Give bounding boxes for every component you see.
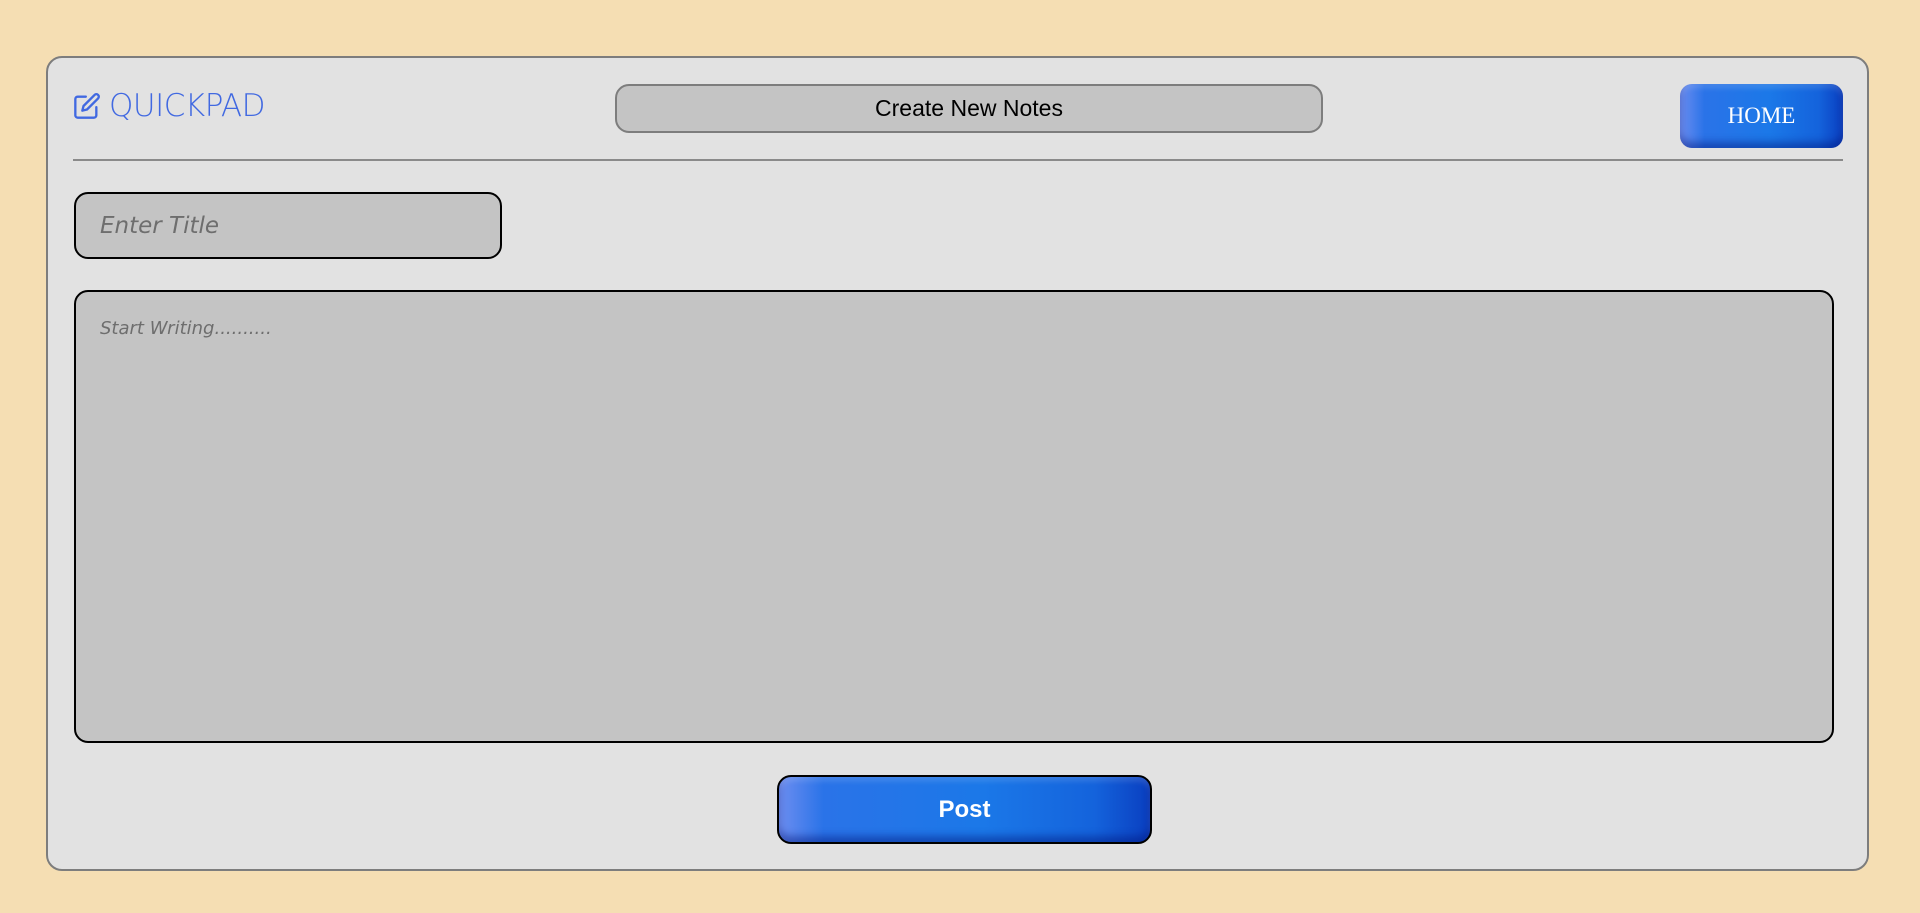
header-divider xyxy=(73,159,1843,161)
edit-icon xyxy=(73,92,101,120)
note-body-textarea[interactable] xyxy=(74,290,1834,743)
brand-name: QUICKPAD xyxy=(109,88,266,124)
title-input[interactable] xyxy=(74,192,502,259)
page-title: Create New Notes xyxy=(615,84,1323,133)
post-button[interactable]: Post xyxy=(777,775,1152,844)
brand-logo[interactable]: QUICKPAD xyxy=(73,88,266,124)
note-editor-card: QUICKPAD Create New Notes HOME Post xyxy=(46,56,1869,871)
home-button[interactable]: HOME xyxy=(1680,84,1843,148)
